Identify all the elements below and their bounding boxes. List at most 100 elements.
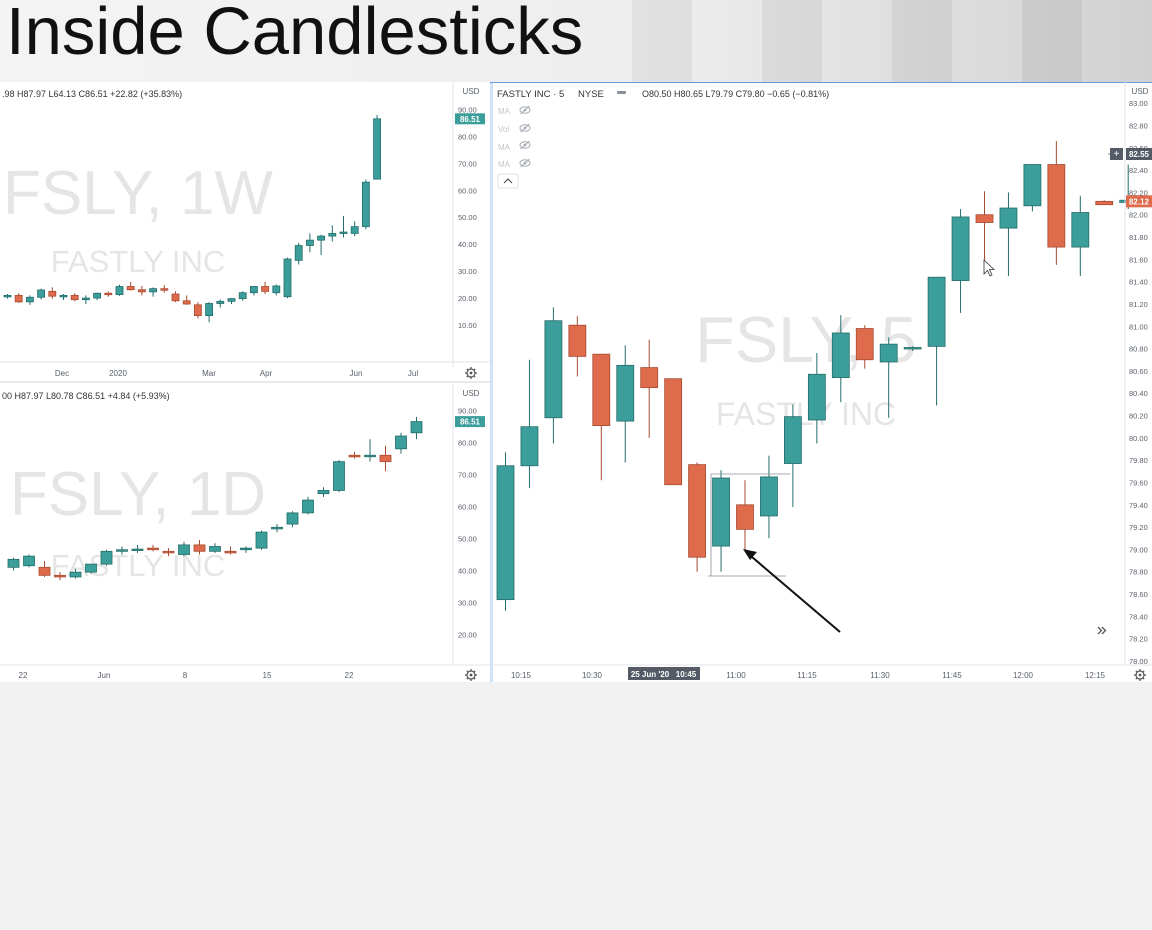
candle-body (317, 235, 326, 241)
candle-body (272, 285, 281, 294)
candle-body (855, 328, 874, 361)
price-tick-label: 70.00 (458, 159, 477, 168)
price-tick-label: 90.00 (458, 406, 477, 415)
candle-body (100, 550, 113, 565)
candle-body (333, 461, 345, 491)
weekly-settings-gear-icon[interactable] (465, 367, 477, 379)
price-tick-label: 81.00 (1129, 322, 1148, 331)
daily-settings-gear-icon[interactable] (465, 669, 477, 681)
intraday-watermark-symbol: FSLY, 5 (695, 303, 917, 376)
candle-body (209, 546, 221, 552)
title-background-decoration (632, 0, 1152, 82)
daily-legend: 00 H87.97 L80.78 C86.51 +4.84 (+5.93%) (2, 391, 170, 401)
price-tick-label: 80.00 (458, 132, 477, 141)
double-chevron-right-icon (1097, 626, 1107, 635)
candle-body (171, 293, 180, 302)
time-tick-label: Dec (55, 369, 69, 378)
candle-body (271, 526, 283, 530)
weekly-price-axis[interactable]: 90.00 80.00 70.00 60.00 50.00 40.00 30.00 20.00… (458, 105, 477, 330)
candle-body (115, 286, 124, 295)
time-tick-label: 8 (183, 671, 188, 680)
hidden-eye-icon[interactable] (519, 105, 531, 115)
daily-last-price-tag: 86.51 (455, 416, 485, 428)
charts-canvas: FSLY, 1W FASTLY INC .98 H87.97 L64.13 C8… (0, 82, 1152, 682)
candle-body (348, 454, 361, 458)
candle-body (7, 558, 20, 568)
indicator-label[interactable]: Vol (498, 125, 509, 134)
daily-currency-label: USD (463, 389, 480, 398)
intraday-time-axis[interactable]: 10:15 10:30 11:00 11:15 11:30 11:45 12:00 12:15 (511, 671, 1106, 680)
indicator-label[interactable]: MA (498, 160, 511, 169)
intraday-chart-panel[interactable]: FSLY, 5 FASTLY INC FASTLY INC · 5 NYSE O… (493, 82, 1152, 681)
price-tick-label: 90.00 (458, 105, 477, 114)
plus-icon[interactable]: + (1114, 149, 1120, 160)
intraday-exchange: NYSE (578, 89, 604, 100)
price-tick-label: 79.80 (1129, 456, 1148, 465)
price-tick-label: 79.60 (1129, 478, 1148, 487)
candle-body (364, 454, 376, 458)
daily-price-axis[interactable]: 90.00 80.00 70.00 60.00 50.00 40.00 30.00 20.00 (458, 406, 477, 639)
intraday-price-tag: 82.12 (1129, 197, 1150, 206)
daily-price-tag: 86.51 (460, 418, 481, 427)
intraday-price-axis[interactable]: 83.0082.8082.6082.4082.2082.0081.8081.60… (1129, 99, 1148, 666)
time-tick-label: 11:15 (797, 671, 817, 680)
candle-body (178, 544, 190, 555)
time-tick-label: 2020 (109, 369, 127, 378)
collapse-indicators-button[interactable] (497, 173, 519, 189)
hidden-eye-icon[interactable] (519, 140, 531, 150)
weekly-chart-panel[interactable]: FSLY, 1W FASTLY INC .98 H87.97 L64.13 C8… (0, 82, 490, 379)
time-tick-label: 22 (345, 671, 354, 680)
weekly-time-axis[interactable]: Dec 2020 Mar Apr Jun Jul (55, 369, 418, 378)
candle-body (216, 300, 225, 304)
intraday-settings-gear-icon[interactable] (1134, 669, 1146, 681)
candle-body (93, 292, 101, 299)
candle-body (640, 367, 659, 389)
candle-body (317, 490, 330, 495)
indicator-label[interactable]: MA (498, 143, 511, 152)
candle-body (131, 548, 144, 551)
time-tick-label: 12:15 (1085, 671, 1106, 680)
candle-body (328, 232, 337, 237)
candle-body (224, 550, 237, 554)
candle-body (807, 373, 826, 421)
price-tick-label: 78.20 (1129, 635, 1148, 644)
price-tick-label: 30.00 (458, 599, 477, 608)
candle-body (592, 353, 611, 426)
daily-time-axis[interactable]: 22 Jun 8 15 22 (19, 671, 354, 680)
candle-body (736, 504, 754, 530)
candle-body (975, 214, 994, 223)
market-status-icon (617, 91, 626, 94)
candle-body (616, 364, 635, 422)
candle-body (25, 296, 34, 303)
candle-body (54, 574, 66, 578)
indicator-label[interactable]: MA (498, 107, 511, 116)
hidden-eye-icon[interactable] (519, 158, 531, 168)
price-tick-label: 81.80 (1129, 233, 1148, 242)
candle-body (286, 512, 299, 525)
candle-body (1095, 200, 1114, 206)
candle-body (205, 303, 214, 317)
price-tick-label: 60.00 (458, 186, 477, 195)
time-tick-label: 11:45 (942, 671, 962, 680)
hidden-eye-icon[interactable] (519, 123, 531, 133)
indicator-list: MA Vol MA MA (497, 105, 531, 189)
candle-body (147, 547, 159, 551)
candle-body (59, 294, 68, 298)
candle-body (255, 531, 268, 549)
candle-body (69, 571, 82, 578)
time-tick-label: Jul (408, 369, 418, 378)
candle-body (373, 118, 382, 180)
candle-body (160, 288, 169, 291)
daily-chart-panel[interactable]: FSLY, 1D FASTLY INC 00 H87.97 L80.78 C86… (0, 384, 490, 681)
candle-body (350, 226, 359, 234)
candle-body (339, 231, 348, 234)
price-tick-label: 20.00 (458, 294, 477, 303)
candle-body (361, 181, 370, 228)
scroll-to-realtime-button[interactable] (1097, 626, 1107, 635)
candle-body (712, 477, 730, 547)
price-tick-label: 80.40 (1129, 389, 1148, 398)
candle-body (784, 416, 802, 464)
panel-divider-vertical[interactable] (490, 82, 493, 682)
candle-body (238, 292, 247, 300)
intraday-symbol-title[interactable]: FASTLY INC · 5 (497, 89, 564, 100)
